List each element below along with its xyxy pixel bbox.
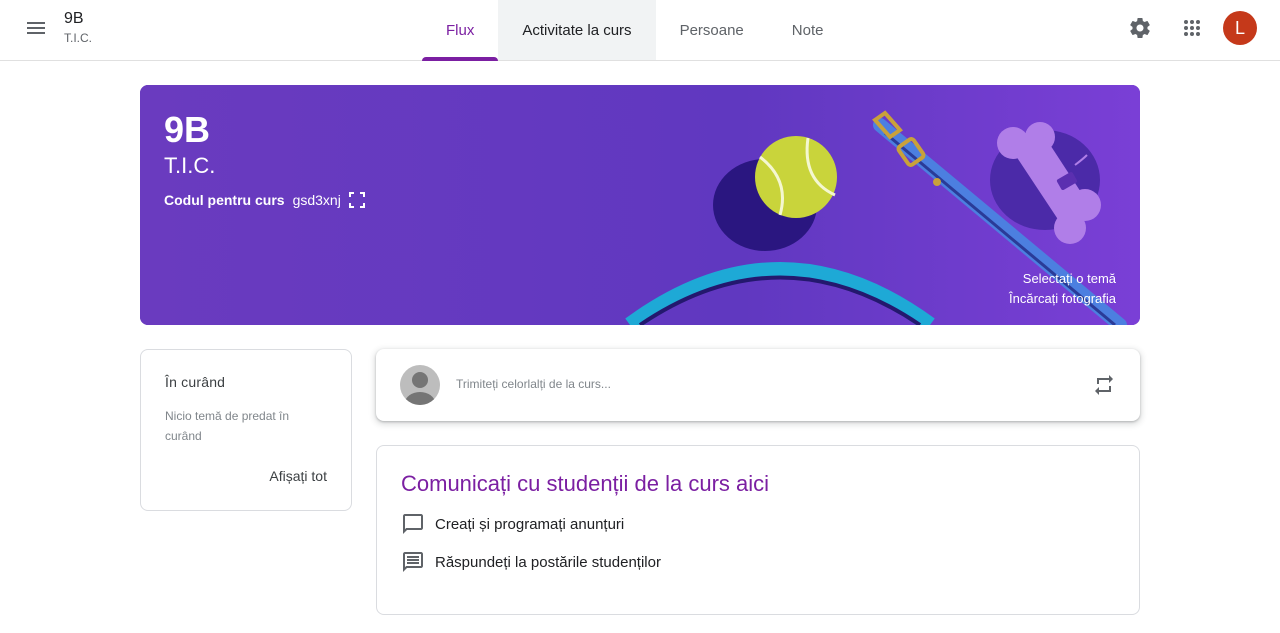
reuse-post-button[interactable] <box>1092 373 1116 397</box>
communicate-item-label: Creați și programați anunțuri <box>435 515 625 533</box>
settings-button[interactable] <box>1120 8 1160 48</box>
view-all-link[interactable]: Afișați tot <box>269 468 327 484</box>
class-code-label: Codul pentru curs <box>164 192 285 208</box>
upcoming-card: În curând Nicio temă de predat în curând… <box>140 349 352 511</box>
fullscreen-icon <box>348 192 365 208</box>
list-item: Creați și programați anunțuri <box>401 512 1115 536</box>
nav-tabs: Flux Activitate la curs Persoane Note <box>422 0 848 61</box>
tab-grades[interactable]: Note <box>768 0 848 60</box>
menu-icon <box>27 22 45 34</box>
tab-stream[interactable]: Flux <box>422 0 499 61</box>
share-input-placeholder[interactable]: Trimiteți celorlalți de la curs... <box>456 377 611 391</box>
top-app-bar: 9B T.I.C. Flux Activitate la curs Persoa… <box>0 0 1280 61</box>
default-avatar-icon <box>400 365 440 405</box>
class-code-row: Codul pentru curs gsd3xnj <box>164 192 365 208</box>
main-menu-button[interactable] <box>16 8 56 48</box>
message-lines-icon <box>403 552 423 572</box>
banner-class-name: 9B <box>164 109 211 150</box>
repost-icon <box>1095 375 1113 395</box>
gear-icon <box>1130 18 1150 38</box>
communicate-item-label: Răspundeți la postările studenților <box>435 553 661 571</box>
comment-icon <box>403 514 423 534</box>
tab-people[interactable]: Persoane <box>656 0 768 60</box>
share-box[interactable]: Trimiteți celorlalți de la curs... <box>376 349 1140 421</box>
upcoming-empty-text: Nicio temă de predat în curând <box>165 409 290 443</box>
upcoming-title: În curând <box>165 374 226 390</box>
class-banner: 9B T.I.C. Codul pentru curs gsd3xnj Sele… <box>140 85 1140 325</box>
tab-classwork[interactable]: Activitate la curs <box>498 0 656 60</box>
class-name: 9B <box>64 10 84 27</box>
class-code-value: gsd3xnj <box>292 192 341 208</box>
account-avatar[interactable]: L <box>1223 11 1257 45</box>
user-avatar <box>400 365 440 405</box>
banner-actions: Selectați o temă Încărcați fotografia <box>1009 269 1116 309</box>
class-section: T.I.C. <box>64 31 93 45</box>
class-title-block[interactable]: 9B T.I.C. <box>64 10 92 46</box>
list-item: Răspundeți la postările studenților <box>401 550 1115 574</box>
banner-section: T.I.C. <box>164 153 216 178</box>
apps-button[interactable] <box>1172 8 1212 48</box>
select-theme-link[interactable]: Selectați o temă <box>1009 269 1116 289</box>
fullscreen-code-button[interactable] <box>348 192 365 208</box>
upload-photo-link[interactable]: Încărcați fotografia <box>1009 289 1116 309</box>
apps-grid-icon <box>1184 20 1200 36</box>
communicate-title: Comunicați cu studenții de la curs aici <box>401 471 770 496</box>
communicate-card: Comunicați cu studenții de la curs aici … <box>376 445 1140 615</box>
